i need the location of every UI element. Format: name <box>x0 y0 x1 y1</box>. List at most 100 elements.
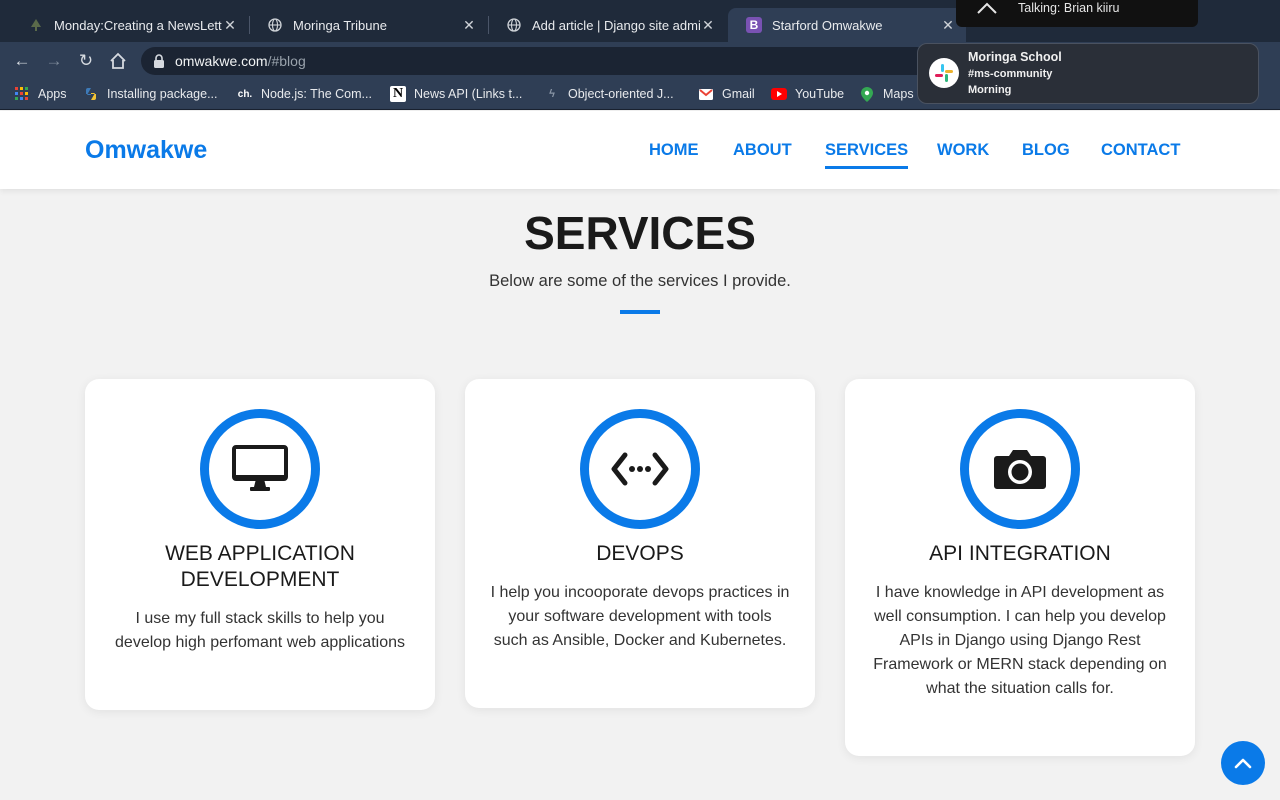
python-icon <box>83 86 99 102</box>
reload-icon[interactable]: ↻ <box>75 50 97 72</box>
active-underline <box>825 166 909 169</box>
description-line: I help you incooporate devops practices … <box>490 584 790 601</box>
bookmark-installing-packages[interactable]: Installing package... <box>83 86 218 102</box>
tab-close-icon[interactable]: ✕ <box>461 17 477 34</box>
section-subtitle: Below are some of the services I provide… <box>489 272 791 290</box>
service-title-line: WEB APPLICATION <box>165 542 355 565</box>
nav-label: BLOG <box>1022 141 1070 159</box>
tree-favicon-icon <box>28 17 44 33</box>
tab-moringa-tribune[interactable]: Moringa Tribune ✕ <box>249 8 487 42</box>
tab-close-icon[interactable]: ✕ <box>700 17 716 34</box>
bookmark-label: Installing package... <box>107 87 218 101</box>
home-icon[interactable] <box>107 50 129 72</box>
service-title-line: DEVOPS <box>596 542 684 565</box>
bookmark-object-oriented[interactable]: ϟ Object-oriented J... <box>544 86 674 102</box>
tab-close-icon[interactable]: ✕ <box>940 17 956 34</box>
n-logo-icon: N <box>390 86 406 102</box>
nav-about[interactable]: ABOUT <box>733 141 792 160</box>
service-title: DEVOPS <box>485 541 795 567</box>
service-card-api: API INTEGRATION I have knowledge in API … <box>845 379 1195 756</box>
url-path: /#blog <box>267 53 306 69</box>
bookmark-apps[interactable]: Apps <box>14 86 67 102</box>
tab-starford-omwakwe[interactable]: B Starford Omwakwe ✕ <box>728 8 966 42</box>
description-line: develop high perfomant web applications <box>115 634 405 651</box>
bookmark-news-api[interactable]: N News API (Links t... <box>390 86 522 102</box>
bookmark-label: Apps <box>38 87 67 101</box>
service-description: I use my full stack skills to help you d… <box>105 607 415 655</box>
service-description: I help you incooporate devops practices … <box>485 581 795 653</box>
gmail-icon <box>698 86 714 102</box>
tab-title: Moringa Tribune <box>293 17 387 33</box>
notification-message: Morning <box>968 84 1012 96</box>
forward-icon[interactable]: → <box>43 50 65 72</box>
chevron-up-icon[interactable] <box>976 1 998 18</box>
bookmark-nodejs[interactable]: ch. Node.js: The Com... <box>237 86 372 102</box>
call-status-text: Talking: Brian kiiru <box>1018 1 1120 15</box>
description-line: I use my full stack skills to help you <box>135 610 385 627</box>
ch-icon: ch. <box>237 88 253 100</box>
desktop-icon <box>232 445 288 491</box>
slack-notification[interactable]: Moringa School #ms-community Morning <box>917 43 1259 104</box>
lock-icon <box>154 54 164 68</box>
tab-django-admin[interactable]: Add article | Django site admin ✕ <box>488 8 726 42</box>
site-header: Omwakwe HOME ABOUT SERVICES WORK BLOG CO… <box>0 111 1280 189</box>
section-divider <box>620 310 660 314</box>
call-indicator[interactable]: Talking: Brian kiiru <box>956 0 1198 27</box>
nav-work[interactable]: WORK <box>937 141 989 160</box>
bootstrap-favicon-icon: B <box>746 17 762 33</box>
globe-favicon-icon <box>267 17 283 33</box>
code-icon <box>611 452 669 486</box>
service-card-web: WEB APPLICATION DEVELOPMENT I use my full… <box>85 379 435 710</box>
bookmark-label: Maps <box>883 87 914 101</box>
bookmark-maps[interactable]: Maps <box>859 86 914 102</box>
tab-title: Add article | Django site admin <box>532 17 700 33</box>
maps-pin-icon <box>859 86 875 102</box>
nav-home[interactable]: HOME <box>649 141 699 160</box>
service-title-line: API INTEGRATION <box>929 542 1111 565</box>
notification-channel: #ms-community <box>968 68 1053 80</box>
bookmark-gmail[interactable]: Gmail <box>698 86 755 102</box>
nav-blog[interactable]: BLOG <box>1022 141 1070 160</box>
nav-contact[interactable]: CONTACT <box>1101 141 1180 160</box>
bookmark-label: Gmail <box>722 87 755 101</box>
camera-icon <box>994 450 1046 489</box>
service-title-line: DEVELOPMENT <box>180 568 340 591</box>
description-line: your software development with tools <box>508 608 772 625</box>
tab-newsletter[interactable]: Monday:Creating a NewsLetter ✕ <box>10 8 248 42</box>
chevron-up-icon <box>1234 758 1252 769</box>
service-title: API INTEGRATION <box>865 541 1175 567</box>
description-line: APIs in Django using Django Rest <box>899 632 1141 649</box>
bolt-icon: ϟ <box>549 88 555 100</box>
bookmark-label: Node.js: The Com... <box>261 87 372 101</box>
section-title: SERVICES <box>524 207 756 259</box>
description-line: Framework or MERN stack depending on <box>873 656 1167 673</box>
tab-title: Starford Omwakwe <box>772 17 883 33</box>
bookmark-label: News API (Links t... <box>414 87 523 101</box>
description-line: what the situation calls for. <box>926 680 1114 697</box>
address-bar[interactable]: omwakwe.com/#blog <box>141 47 931 75</box>
service-icon-ring <box>960 409 1080 529</box>
nav-label: SERVICES <box>825 141 909 159</box>
service-title: WEB APPLICATION DEVELOPMENT <box>105 541 415 593</box>
service-icon-ring <box>200 409 320 529</box>
bookmark-youtube[interactable]: YouTube <box>771 86 844 102</box>
url-host: omwakwe.com <box>175 53 268 69</box>
nav-label: HOME <box>649 141 699 159</box>
service-card-devops: DEVOPS I help you incooporate devops pra… <box>465 379 815 708</box>
description-line: such as Ansible, Docker and Kubernetes. <box>493 632 787 649</box>
apps-grid-icon <box>14 86 30 102</box>
nav-services[interactable]: SERVICES <box>825 141 909 169</box>
scroll-to-top-button[interactable] <box>1221 741 1265 785</box>
service-description: I have knowledge in API development as w… <box>865 581 1175 701</box>
back-icon[interactable]: ← <box>11 50 33 72</box>
tab-close-icon[interactable]: ✕ <box>222 17 238 34</box>
description-line: I have knowledge in API development as <box>875 584 1165 601</box>
tab-title: Monday:Creating a NewsLetter <box>54 17 222 33</box>
bookmark-label: YouTube <box>795 87 845 101</box>
description-line: well consumption. I can help you develop <box>874 608 1166 625</box>
youtube-icon <box>771 86 787 102</box>
site-brand[interactable]: Omwakwe <box>85 136 207 165</box>
nav-label: WORK <box>937 141 990 159</box>
nav-label: CONTACT <box>1101 141 1181 159</box>
nav-label: ABOUT <box>733 141 792 159</box>
